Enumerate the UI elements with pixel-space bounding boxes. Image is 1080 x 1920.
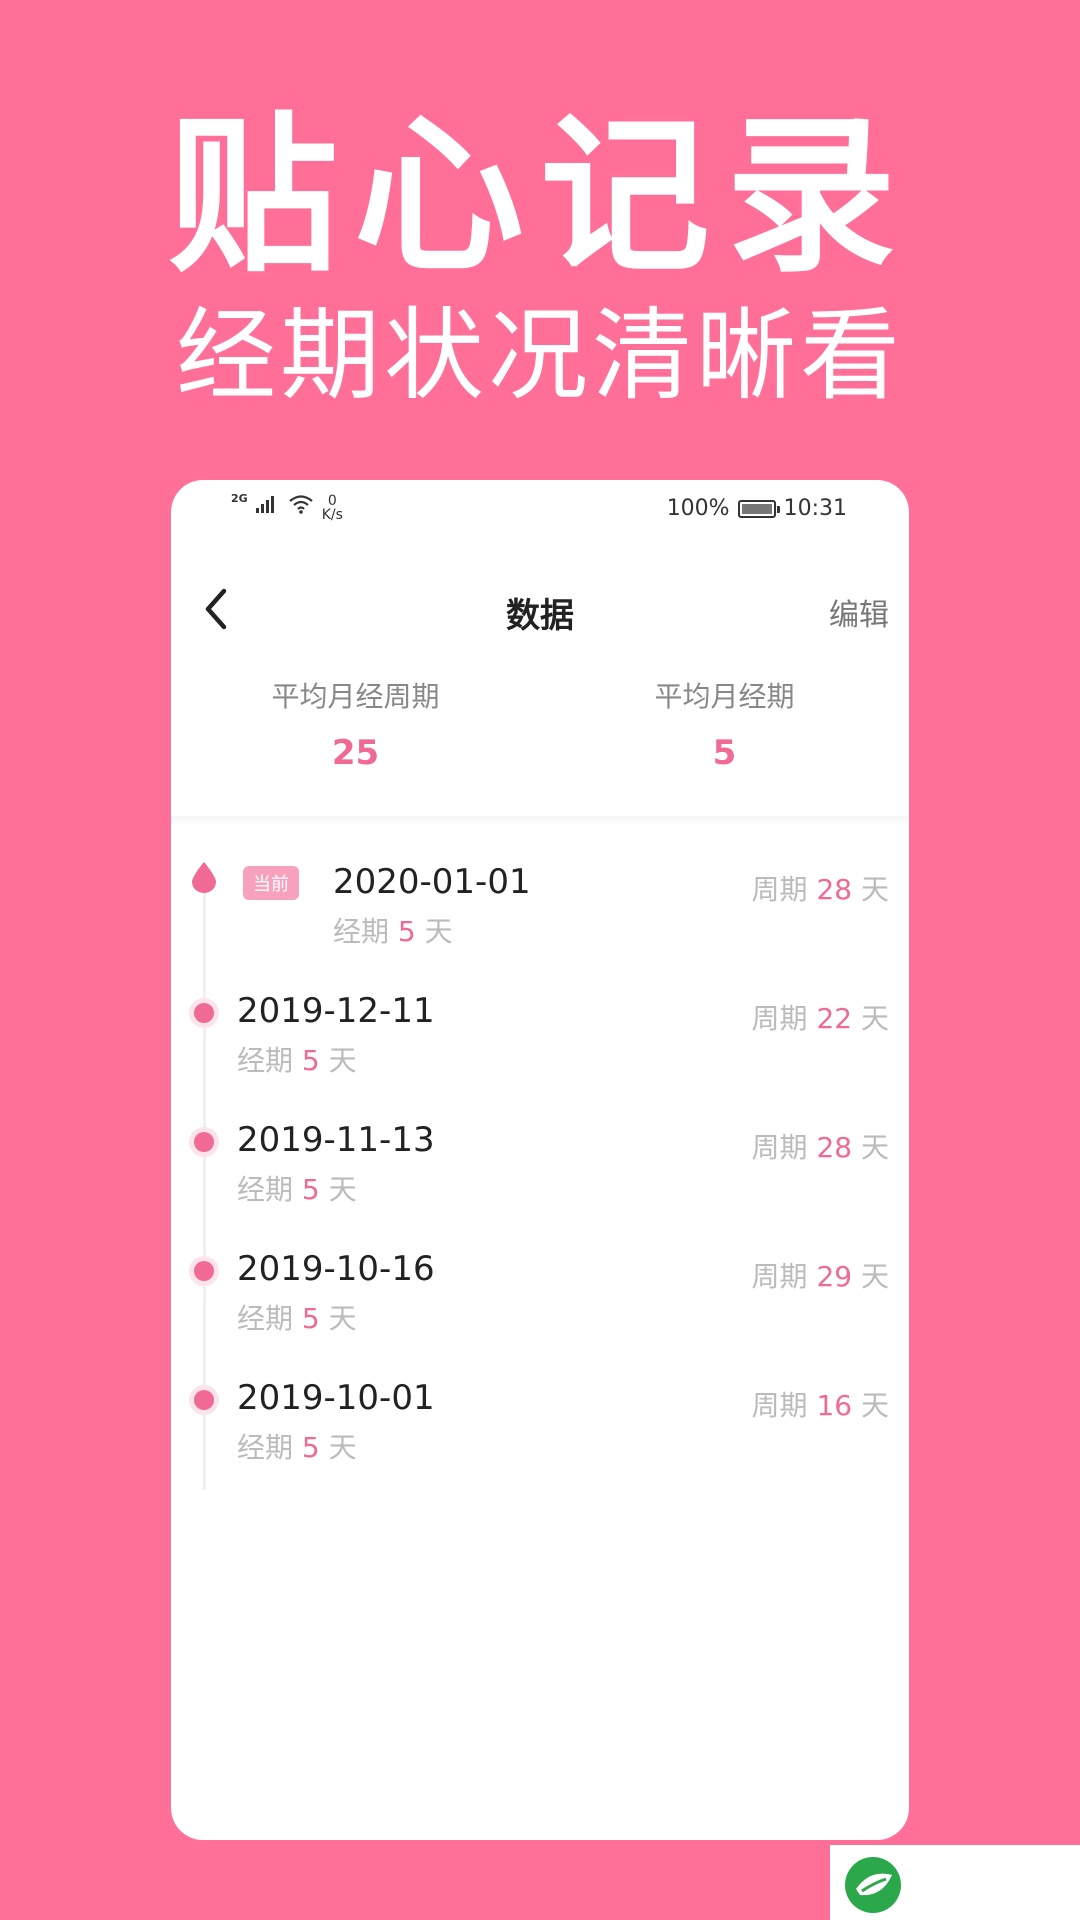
record-cycle: 周期 29 天 xyxy=(751,1260,889,1293)
page-title: 数据 xyxy=(506,596,574,636)
phone-screen: 2G 0 K/s 100% 10:31 数据 编辑 平均月经周期 25 平均月经… xyxy=(171,480,909,1840)
avg-cycle-value: 25 xyxy=(331,733,380,773)
timeline-dot xyxy=(194,1261,214,1281)
avg-period-label: 平均月经期 xyxy=(654,680,795,713)
battery-percent: 100% xyxy=(666,496,730,521)
record-date: 2019-10-16 xyxy=(237,1249,435,1289)
record-cycle: 周期 22 天 xyxy=(751,1002,889,1035)
record-item[interactable]: 2019-10-16 经期 5 天 周期 29 天 xyxy=(171,1249,909,1363)
network-speed: 0 K/s xyxy=(321,493,343,523)
record-cycle: 周期 28 天 xyxy=(751,1131,889,1164)
avg-period-value: 5 xyxy=(712,733,737,773)
record-date: 2019-10-01 xyxy=(237,1378,435,1418)
record-item[interactable]: 2019-10-01 经期 5 天 周期 16 天 xyxy=(171,1378,909,1492)
record-period: 经期 5 天 xyxy=(237,1431,357,1464)
summary-stats: 平均月经周期 25 平均月经期 5 xyxy=(171,675,909,815)
record-cycle: 周期 16 天 xyxy=(751,1389,889,1422)
record-item[interactable]: 2019-12-11 经期 5 天 周期 22 天 xyxy=(171,991,909,1105)
battery-icon xyxy=(737,499,780,518)
status-bar: 2G 0 K/s 100% 10:31 xyxy=(171,480,909,540)
edit-button[interactable]: 编辑 xyxy=(829,590,889,634)
avg-period-stat: 平均月经期 5 xyxy=(540,675,909,773)
drop-icon xyxy=(189,860,219,898)
nav-bar: 数据 编辑 xyxy=(171,560,909,660)
record-date: 2019-12-11 xyxy=(237,991,435,1031)
record-date: 2020-01-01 xyxy=(333,862,531,902)
timeline-dot xyxy=(194,1003,214,1023)
current-badge: 当前 xyxy=(243,866,299,900)
record-period: 经期 5 天 xyxy=(237,1302,357,1335)
wifi-icon xyxy=(288,494,314,519)
record-period: 经期 5 天 xyxy=(333,915,453,948)
record-cycle: 周期 28 天 xyxy=(751,873,889,906)
record-item-current[interactable]: 当前 2020-01-01 经期 5 天 周期 28 天 xyxy=(171,862,909,976)
record-period: 经期 5 天 xyxy=(237,1173,357,1206)
record-period: 经期 5 天 xyxy=(237,1044,357,1077)
timeline-dot xyxy=(194,1132,214,1152)
avg-cycle-stat: 平均月经周期 25 xyxy=(171,675,540,773)
promo-subhead: 经期状况清晰看 xyxy=(176,297,904,414)
watermark xyxy=(830,1845,1080,1920)
section-divider xyxy=(171,816,909,826)
leaf-logo-icon xyxy=(845,1857,901,1913)
signal-icon xyxy=(255,494,280,519)
record-date: 2019-11-13 xyxy=(237,1120,435,1160)
network-type: 2G xyxy=(231,492,248,505)
clock: 10:31 xyxy=(783,496,847,521)
timeline-dot xyxy=(194,1390,214,1410)
promo-headline: 贴心记录 xyxy=(167,98,912,296)
record-item[interactable]: 2019-11-13 经期 5 天 周期 28 天 xyxy=(171,1120,909,1234)
avg-cycle-label: 平均月经周期 xyxy=(271,680,440,713)
